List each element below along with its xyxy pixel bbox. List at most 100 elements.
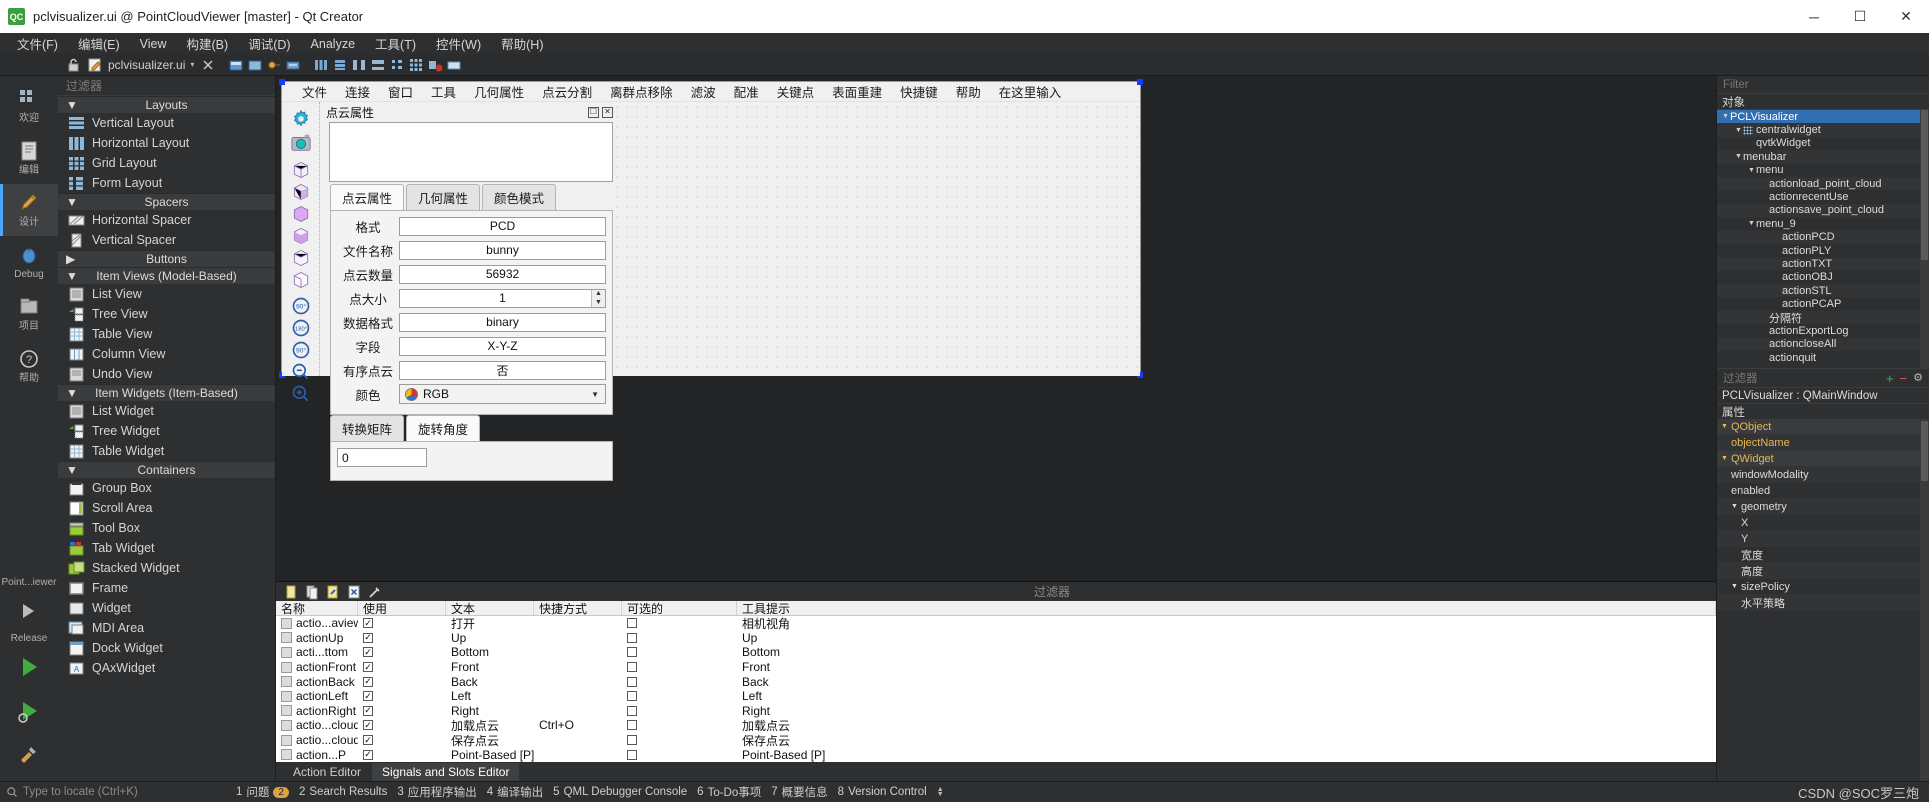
object-tree-node[interactable]: actionPCAP xyxy=(1717,297,1920,310)
action-checkable-cell[interactable] xyxy=(622,749,737,760)
spinbox-arrows[interactable]: ▲ ▼ xyxy=(591,289,605,307)
property-row[interactable]: ▼ sizePolicy xyxy=(1717,579,1920,595)
widget-box-filter[interactable]: 过滤器 xyxy=(58,76,275,96)
layout-grid-icon[interactable] xyxy=(408,57,424,73)
action-table-row[interactable]: actio...cloud ✓ 保存点云 保存点云 xyxy=(276,733,1716,748)
mode-design[interactable]: 设计 xyxy=(0,184,58,236)
widget-item-horizontal-layout[interactable]: Horizontal Layout xyxy=(58,133,275,153)
form-menu-item[interactable]: 文件 xyxy=(293,82,336,101)
property-row[interactable]: 高度 xyxy=(1717,563,1920,579)
copy-action-icon[interactable] xyxy=(304,584,320,600)
checkable-checkbox[interactable] xyxy=(627,691,637,702)
widget-item-dock-widget[interactable]: Dock Widget xyxy=(58,638,275,658)
chevron-down-icon[interactable]: ▼ xyxy=(66,98,78,112)
widget-item-tree-widget[interactable]: Tree Widget xyxy=(58,421,275,441)
checkable-checkbox[interactable] xyxy=(627,662,637,673)
form-menu-item[interactable]: 滤波 xyxy=(682,82,725,101)
checkable-checkbox[interactable] xyxy=(627,749,637,760)
widget-item-column-view[interactable]: Column View xyxy=(58,344,275,364)
chevron-down-icon[interactable]: ▼ xyxy=(66,386,78,400)
form-subtab-0[interactable]: 转换矩阵 xyxy=(330,415,405,441)
property-row[interactable]: 水平策略 xyxy=(1717,595,1920,611)
widget-item-tool-box[interactable]: Tool Box xyxy=(58,518,275,538)
action-column-header[interactable]: 文本 xyxy=(446,601,534,616)
used-checkbox[interactable]: ✓ xyxy=(363,735,373,746)
kit-selector[interactable]: Point...iewer Release xyxy=(0,577,58,781)
chevron-down-icon[interactable]: ▼ xyxy=(1734,127,1743,134)
object-tree-node[interactable]: ▼ menu_9 xyxy=(1717,217,1920,230)
object-tree-node[interactable]: actionTXT xyxy=(1717,257,1920,271)
edit-widgets-icon[interactable] xyxy=(228,57,244,73)
zoom-in-icon[interactable] xyxy=(286,384,316,404)
action-column-header[interactable]: 可选的 xyxy=(622,601,737,616)
object-tree-node[interactable]: actionload_point_cloud xyxy=(1717,176,1920,191)
action-table-row[interactable]: actionFront ✓ Front Front xyxy=(276,660,1716,675)
object-tree-node[interactable]: actionSTL xyxy=(1717,284,1920,298)
checkable-checkbox[interactable] xyxy=(627,705,637,716)
object-tree-node[interactable]: qvtkWidget xyxy=(1717,137,1920,150)
form-central-canvas[interactable]: 90° 180° 90° 点云属性 ☐ ✕ 点云属性 几何属性 颜色模式 格式 … xyxy=(282,102,1140,481)
form-menubar[interactable]: 文件 连接 窗口 工具 几何属性 点云分割 离群点移除 滤波 配准 关键点 表面重建 快捷键 帮助 在这里… xyxy=(282,82,1140,102)
layout-splitter-v-icon[interactable] xyxy=(370,57,386,73)
output-pane-app-output[interactable]: 3 应用程序输出 xyxy=(397,784,476,800)
spin-up-icon[interactable]: ▲ xyxy=(592,290,605,299)
output-pane-qml-debugger[interactable]: 5 QML Debugger Console xyxy=(553,786,687,798)
form-menu-item[interactable]: 离群点移除 xyxy=(601,82,682,101)
form-field-input[interactable]: 1 ▲ ▼ xyxy=(399,288,606,308)
action-table-row[interactable]: action...P ✓ Point-Based [P] Point-Based [P… xyxy=(276,747,1716,762)
close-icon[interactable]: ✕ xyxy=(602,106,613,118)
settings-gear-icon[interactable] xyxy=(286,108,316,130)
chevron-down-icon[interactable]: ▼ xyxy=(66,195,78,209)
action-used-cell[interactable]: ✓ xyxy=(358,662,446,673)
object-tree-node[interactable]: actionOBJ xyxy=(1717,271,1920,284)
widget-item-horizontal-spacer[interactable]: Horizontal Spacer xyxy=(58,210,275,230)
rotation-angle-input[interactable]: 0 xyxy=(337,448,427,467)
action-checkable-cell[interactable] xyxy=(622,676,737,687)
object-tree-node[interactable]: actionExportLog xyxy=(1717,324,1920,337)
form-subtab-1[interactable]: 旋转角度 xyxy=(406,415,481,441)
property-row[interactable]: Y xyxy=(1717,531,1920,547)
action-column-header[interactable]: 名称 xyxy=(276,601,358,616)
chevron-down-icon[interactable]: ▼ xyxy=(1731,583,1738,590)
rotate-180-icon[interactable]: 180° xyxy=(286,318,316,338)
widget-item-mdi-area[interactable]: MDI Area xyxy=(58,618,275,638)
widget-box-list[interactable]: ▼ Layouts Vertical Layout Horizontal Layout… xyxy=(58,96,275,781)
rotate-90-icon[interactable]: 90° xyxy=(286,296,316,316)
form-tab-1[interactable]: 几何属性 xyxy=(406,184,481,210)
new-action-icon[interactable] xyxy=(283,584,299,600)
float-icon[interactable]: ☐ xyxy=(588,106,599,118)
used-checkbox[interactable]: ✓ xyxy=(363,691,373,702)
used-checkbox[interactable]: ✓ xyxy=(363,662,373,673)
edit-signals-slots-icon[interactable] xyxy=(247,57,263,73)
widget-item-tree-view[interactable]: Tree View xyxy=(58,304,275,324)
edit-buddies-icon[interactable] xyxy=(266,57,282,73)
add-property-icon[interactable]: + xyxy=(1886,371,1894,386)
form-menu-item[interactable]: 在这里输入 xyxy=(990,82,1071,101)
mode-projects[interactable]: 项目 xyxy=(0,288,58,340)
object-tree-node[interactable]: ▼ menubar xyxy=(1717,150,1920,164)
widget-item-list-view[interactable]: List View xyxy=(58,284,275,304)
view-box-6-icon[interactable] xyxy=(286,270,316,290)
widget-item-table-widget[interactable]: Table Widget xyxy=(58,441,275,461)
output-pane-version-control[interactable]: 8 Version Control xyxy=(838,786,927,798)
widget-item-form-layout[interactable]: Form Layout xyxy=(58,173,275,193)
transform-tabbar[interactable]: 转换矩阵 旋转角度 xyxy=(326,415,616,441)
action-used-cell[interactable]: ✓ xyxy=(358,691,446,702)
action-table-row[interactable]: actionRight ✓ Right Right xyxy=(276,704,1716,719)
object-tree-node[interactable]: ▼ centralwidget xyxy=(1717,123,1920,137)
layout-horizontally-icon[interactable] xyxy=(313,57,329,73)
form-field-input[interactable]: binary xyxy=(399,312,606,332)
action-used-cell[interactable]: ✓ xyxy=(358,618,446,629)
view-box-2-icon[interactable] xyxy=(286,182,316,202)
form-menu-item[interactable]: 连接 xyxy=(336,82,379,101)
widget-item-list-widget[interactable]: List Widget xyxy=(58,401,275,421)
checkable-checkbox[interactable] xyxy=(627,720,637,731)
chevron-down-icon[interactable]: ▼ xyxy=(1721,455,1728,462)
form-tab-2[interactable]: 颜色模式 xyxy=(482,184,557,210)
object-tree-node[interactable]: ▼ menu xyxy=(1717,164,1920,177)
edit-action-icon[interactable] xyxy=(325,584,341,600)
view-box-1-icon[interactable] xyxy=(286,160,316,180)
chevron-down-icon[interactable]: ▼ xyxy=(1734,153,1743,160)
menu-build[interactable]: 构建(B) xyxy=(178,32,238,55)
form-field-input[interactable]: bunny xyxy=(399,240,606,260)
